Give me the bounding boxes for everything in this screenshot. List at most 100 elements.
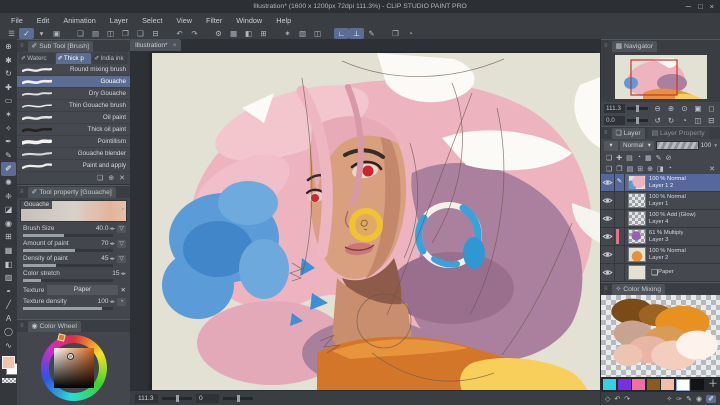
menu-view[interactable]: View (169, 16, 199, 25)
gradient-tool-icon[interactable]: ▨ (1, 271, 16, 285)
opacity-slider[interactable] (656, 141, 699, 150)
blend-brush-icon[interactable]: ✑ (676, 395, 682, 403)
rotate-left-icon[interactable]: ↺ (652, 116, 663, 125)
mixing-swatch[interactable] (632, 379, 645, 390)
visibility-eye-icon[interactable] (601, 228, 615, 245)
subtool-panel-tab[interactable]: ✐ Sub Tool [Brush] (28, 41, 93, 52)
brush-item[interactable]: Paint and apply (17, 160, 130, 172)
menu-edit[interactable]: Edit (30, 16, 57, 25)
undo-mix-icon[interactable]: ↶ (614, 395, 620, 403)
param-source-button[interactable]: ◔ (117, 298, 126, 306)
crop-icon[interactable]: ⊞ (256, 28, 271, 39)
brush-tool-icon[interactable]: ✐ (1, 162, 16, 176)
reset-rotation-icon[interactable]: ◔ (679, 116, 690, 125)
document-tab[interactable]: Illustration* × (130, 39, 181, 51)
frame-border-tool-icon[interactable]: ▦ (1, 244, 16, 258)
minimize-button[interactable]: ─ (686, 2, 691, 11)
lock-alpha-icon[interactable]: ▦ (645, 154, 652, 162)
zoom-out-icon[interactable]: ⊖ (652, 104, 663, 113)
visibility-eye-icon[interactable] (601, 174, 615, 191)
brush-item[interactable]: Oil paint (17, 112, 130, 124)
layer-row[interactable]: 100 % NormalLayer 2 (601, 246, 720, 264)
param-value[interactable]: 45 (101, 255, 108, 262)
correct-line-tool-icon[interactable]: ∿ (1, 339, 16, 353)
marquee-tool-icon[interactable]: ▭ (1, 94, 16, 108)
mixing-swatch[interactable] (661, 379, 674, 390)
zoom-100-icon[interactable]: ⊙ (679, 104, 690, 113)
param-slider[interactable] (23, 307, 113, 310)
navigator-tab[interactable]: ▦ Navigator (612, 41, 658, 52)
undo-icon[interactable]: ↶ (172, 28, 187, 39)
mixing-swatch-selected[interactable] (676, 379, 690, 391)
visibility-eye-icon[interactable] (601, 192, 615, 209)
edit-pixels-icon[interactable]: ✎ (656, 154, 662, 162)
lasso-tool-icon[interactable]: ◯ (1, 325, 16, 339)
zoom-in-icon[interactable]: ⊕ (665, 104, 676, 113)
layer-row[interactable]: 100 % NormalLayer 1 (601, 192, 720, 210)
spinner-icon[interactable]: ◂▸ (109, 241, 115, 247)
texture-select-button[interactable]: Paper (47, 285, 117, 295)
mask-icon[interactable]: ◫ (310, 28, 325, 39)
param-value[interactable]: 40.0 (96, 225, 109, 232)
maximize-button[interactable]: □ (698, 2, 703, 11)
menu-window[interactable]: Window (229, 16, 269, 25)
menu-animation[interactable]: Animation (56, 16, 102, 25)
transfer-layer-icon[interactable]: ⊞ (637, 165, 643, 173)
hand-tool-icon[interactable]: ✱ (1, 54, 16, 68)
color-mixing-tab[interactable]: ✧ Color Mixing (612, 284, 665, 295)
param-value[interactable]: 15 (112, 270, 119, 277)
export-anim-icon[interactable]: ⊟ (148, 28, 163, 39)
tab-india-ink[interactable]: ✐ India ink (92, 53, 128, 64)
param-slider[interactable] (23, 249, 113, 252)
sv-marker[interactable] (67, 353, 74, 360)
palette-knife-icon[interactable]: ◇ (605, 395, 610, 403)
snap-ruler-icon[interactable]: ∟ (334, 28, 349, 39)
blend-tool-icon[interactable]: ◉ (1, 217, 16, 231)
move-tool-icon[interactable]: ✚ (1, 81, 16, 95)
param-value[interactable]: 100 (98, 298, 109, 305)
zoom-tool-icon[interactable]: ⊕ (1, 40, 16, 54)
param-source-button[interactable]: ▽ (117, 240, 126, 248)
mixing-swatch[interactable] (618, 379, 631, 390)
param-slider[interactable] (23, 279, 113, 282)
chevron-down-icon[interactable]: ▾ (34, 28, 49, 39)
close-button[interactable]: × (710, 2, 714, 11)
clip-to-layer-icon[interactable]: ❏ (606, 154, 612, 162)
fill-tool-icon[interactable]: ◧ (1, 258, 16, 272)
ruler-icon[interactable]: ⊘ (666, 154, 672, 162)
param-source-button[interactable]: ▽ (117, 255, 126, 263)
water-icon[interactable]: ◉ (696, 395, 702, 403)
clipping-icon[interactable]: ◨ (657, 165, 664, 173)
mixing-swatch[interactable] (603, 379, 616, 390)
param-slider[interactable] (23, 264, 113, 267)
tool-check-icon[interactable]: ✓ (19, 28, 34, 39)
flip-vertical-icon[interactable]: ⊟ (706, 116, 717, 125)
mixing-swatch[interactable] (647, 379, 660, 390)
param-source-button[interactable]: ▽ (117, 225, 126, 233)
hamburger-menu-icon[interactable]: ☰ (4, 28, 19, 39)
layer-row[interactable]: 100 % Add (Glow)Layer 4 (601, 210, 720, 228)
lock-layer-icon[interactable]: ◔ (637, 154, 641, 161)
visibility-eye-icon[interactable] (601, 246, 615, 263)
eraser-tool-icon[interactable]: ◪ (1, 203, 16, 217)
snap-special-ruler-icon[interactable]: ⊥ (349, 28, 364, 39)
layer-row-selected[interactable]: ✎ 100 % NormalLayer 1 2 (601, 174, 720, 192)
text-tool-icon[interactable]: A (1, 312, 16, 326)
canvas-zoom-value[interactable]: 111.3 (135, 394, 158, 403)
eyedropper-tool-icon[interactable]: ✧ (1, 122, 16, 136)
brush-item[interactable]: Dry Gouache (17, 88, 130, 100)
spinner-icon[interactable]: ◂▸ (120, 271, 126, 277)
navigator-rotation-slider[interactable] (627, 119, 648, 122)
menu-filter[interactable]: Filter (199, 16, 229, 25)
balloon-tool-icon[interactable]: ◓ (1, 285, 16, 299)
fit-screen-icon[interactable]: ▣ (692, 104, 703, 113)
layer-tab[interactable]: ❏ Layer (612, 128, 645, 139)
menu-select[interactable]: Select (135, 16, 169, 25)
duplicate-subtool-icon[interactable]: ❏ (97, 174, 103, 182)
navigator-zoom-slider[interactable] (627, 107, 648, 110)
layer-thumbnail[interactable] (628, 175, 646, 190)
open-file-icon[interactable]: ▤ (88, 28, 103, 39)
spinner-icon[interactable]: ◂▸ (109, 256, 115, 262)
navigator-rotation-value[interactable]: 0.0 (604, 116, 625, 125)
canvas-viewport[interactable] (130, 51, 600, 391)
